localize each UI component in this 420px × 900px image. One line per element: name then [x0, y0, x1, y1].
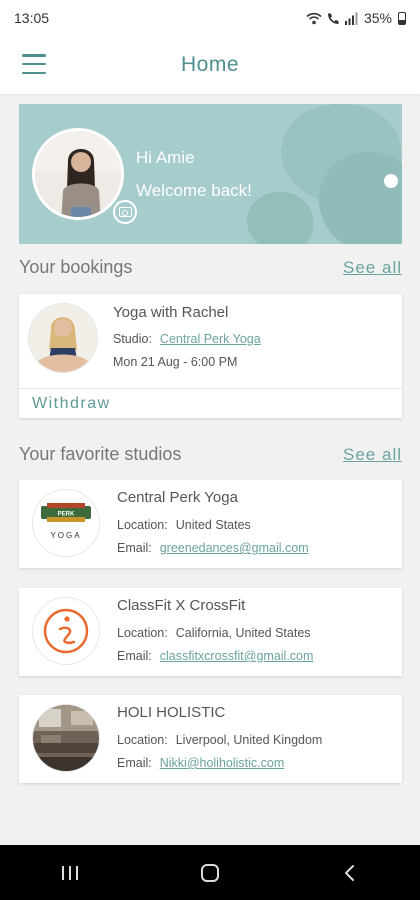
booking-studio-row: Studio: Central Perk Yoga [113, 332, 261, 346]
user-avatar[interactable] [32, 128, 124, 220]
location-label: Location: [117, 626, 168, 640]
location-label: Location: [117, 733, 168, 747]
signal-icon [344, 12, 358, 25]
status-icons [306, 12, 358, 25]
avatar-photo [35, 131, 121, 217]
leaf-decoration [384, 174, 398, 188]
email-link[interactable]: greenedances@gmail.com [160, 541, 309, 555]
call-icon [327, 13, 339, 24]
studio-card[interactable]: PERK YOGA Central Perk Yoga Location: Un… [19, 480, 402, 568]
studio-logo-text: YOGA [50, 531, 81, 540]
bookings-title: Your bookings [19, 257, 133, 277]
status-bar: 13:05 35% [0, 0, 420, 36]
studio-logo: PERK YOGA [33, 490, 99, 556]
battery-icon [398, 11, 406, 25]
back-icon[interactable] [330, 858, 370, 888]
studio-logo [33, 598, 99, 664]
wifi-icon [306, 12, 322, 24]
email-label: Email: [117, 756, 152, 770]
studio-label: Studio: [113, 332, 152, 346]
studio-location-row: Location: Liverpool, United Kingdom [117, 733, 322, 747]
studio-name: ClassFit X CrossFit [117, 597, 246, 614]
studio-email-row: Email: classfitxcrossfit@gmail.com [117, 649, 313, 663]
svg-text:PERK: PERK [58, 512, 75, 518]
booking-datetime: Mon 21 Aug - 6:00 PM [113, 355, 238, 369]
bookings-see-all-link[interactable]: See all [343, 258, 402, 278]
location-value: United States [175, 518, 251, 532]
booking-class-name: Yoga with Rachel [113, 304, 229, 321]
location-value: California, United States [175, 626, 311, 640]
favorites-header: Your favorite studios See all [19, 444, 402, 465]
studio-card[interactable]: ClassFit X CrossFit Location: California… [19, 588, 402, 676]
location-label: Location: [117, 518, 168, 532]
email-label: Email: [117, 649, 152, 663]
studio-name: HOLI HOLISTIC [117, 704, 226, 721]
status-right: 35% [306, 10, 406, 26]
app-header: Home [0, 36, 420, 94]
booking-card[interactable]: Yoga with Rachel Studio: Central Perk Yo… [19, 294, 402, 418]
studio-link[interactable]: Central Perk Yoga [160, 332, 261, 346]
withdraw-button[interactable]: Withdraw [19, 388, 402, 418]
location-value: Liverpool, United Kingdom [175, 733, 323, 747]
email-link[interactable]: classfitxcrossfit@gmail.com [160, 649, 314, 663]
camera-icon[interactable] [113, 200, 137, 224]
studio-location-row: Location: California, United States [117, 626, 311, 640]
welcome-banner: Hi Amie Welcome back! [19, 104, 402, 244]
studio-email-row: Email: Nikki@holiholistic.com [117, 756, 284, 770]
studio-location-row: Location: United States [117, 518, 251, 532]
leaf-decoration [247, 192, 313, 244]
battery-percent: 35% [363, 10, 392, 26]
studio-card[interactable]: HOLI HOLISTIC Location: Liverpool, Unite… [19, 695, 402, 783]
recent-apps-icon[interactable] [50, 858, 90, 888]
studio-logo [33, 705, 99, 771]
favorites-see-all-link[interactable]: See all [343, 445, 402, 465]
bookings-header: Your bookings See all [19, 257, 402, 278]
email-label: Email: [117, 541, 152, 555]
favorites-title: Your favorite studios [19, 444, 182, 464]
email-link[interactable]: Nikki@holiholistic.com [160, 756, 285, 770]
booking-thumbnail [29, 304, 97, 372]
home-icon[interactable] [190, 858, 230, 888]
system-nav-bar [0, 845, 420, 900]
leaf-decoration [319, 152, 402, 244]
page-title: Home [180, 53, 240, 76]
welcome-text: Welcome back! [136, 181, 252, 200]
studio-email-row: Email: greenedances@gmail.com [117, 541, 309, 555]
status-time: 13:05 [14, 10, 50, 26]
greeting-text: Hi Amie [136, 148, 195, 167]
hamburger-menu-icon[interactable] [22, 54, 46, 74]
studio-name: Central Perk Yoga [117, 489, 238, 506]
